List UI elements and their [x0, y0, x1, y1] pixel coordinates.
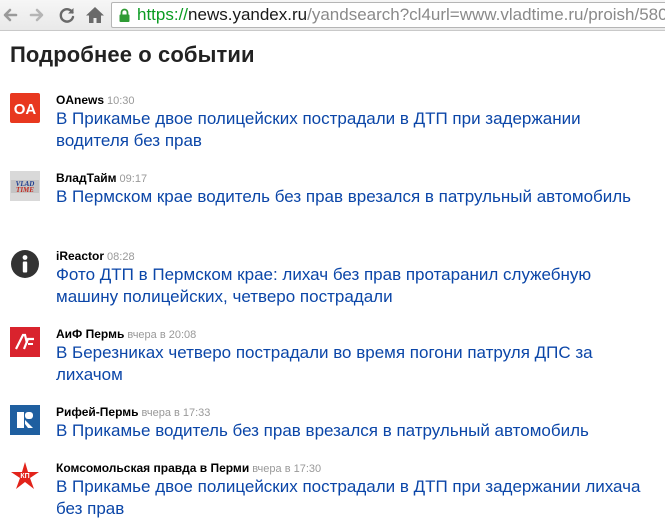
rifey-perm-logo-icon[interactable] — [10, 405, 40, 435]
source-time: 10:30 — [107, 95, 135, 107]
address-bar[interactable]: https://news.yandex.ru/yandsearch?cl4url… — [111, 2, 665, 28]
arrow-right-icon — [29, 8, 44, 22]
source-line: OAnews 10:30 — [56, 93, 135, 108]
news-item: iReactor 08:28 Фото ДТП в Пермском крае: … — [0, 249, 665, 309]
home-button[interactable] — [84, 4, 106, 26]
headline-link[interactable]: В Прикамье двое полицейских пострадали в… — [56, 108, 656, 152]
headline-link[interactable]: В Березниках четверо пострадали во время… — [56, 342, 656, 386]
news-item: VLAD TIME ВладТайм 09:17 В Пермском крае … — [0, 171, 665, 231]
vladtime-logo-icon[interactable]: VLAD TIME — [10, 171, 40, 201]
news-item: OA OAnews 10:30 В Прикамье двое полицейск… — [0, 93, 665, 153]
url-path: /yandsearch?cl4url=www.vladtime.ru/prois… — [307, 5, 665, 24]
source-time: 08:28 — [107, 251, 135, 263]
logo-text: OA — [14, 101, 37, 118]
source-name[interactable]: Рифей-Пермь — [56, 405, 139, 419]
browser-toolbar: https://news.yandex.ru/yandsearch?cl4url… — [0, 0, 665, 31]
headline-link[interactable]: В Прикамье двое полицейских пострадали в… — [56, 476, 656, 520]
source-line: Рифей-Пермь вчера в 17:33 — [56, 405, 210, 420]
logo-text: КП — [20, 473, 29, 480]
source-time: вчера в 20:08 — [127, 329, 197, 341]
source-time: вчера в 17:33 — [141, 407, 211, 419]
page-title: Подробнее о событии — [10, 42, 255, 67]
headline-link[interactable]: В Прикамье водитель без прав врезался в … — [56, 420, 656, 442]
source-line: iReactor 08:28 — [56, 249, 135, 264]
source-name[interactable]: АиФ Пермь — [56, 327, 124, 341]
news-item: КП Комсомольская правда в Перми вчера в 1… — [0, 461, 665, 521]
source-name[interactable]: ВладТайм — [56, 171, 117, 185]
svg-text:TIME: TIME — [16, 186, 34, 194]
source-name[interactable]: Комсомольская правда в Перми — [56, 461, 249, 475]
url-host: news.yandex.ru — [188, 5, 308, 24]
source-name[interactable]: OAnews — [56, 93, 104, 107]
source-time: 09:17 — [119, 173, 148, 185]
headline-link[interactable]: Фото ДТП в Пермском крае: лихач без прав… — [56, 264, 656, 308]
source-time: вчера в 17:30 — [252, 463, 322, 475]
oanews-logo-icon[interactable]: OA — [10, 93, 40, 123]
home-icon — [86, 7, 104, 23]
url-scheme: https:// — [137, 5, 189, 24]
source-line: АиФ Пермь вчера в 20:08 — [56, 327, 196, 342]
forward-button[interactable] — [26, 4, 48, 26]
reload-icon — [59, 8, 75, 23]
back-button[interactable] — [0, 4, 22, 26]
aif-perm-logo-icon[interactable] — [10, 327, 40, 357]
source-line: ВладТайм 09:17 — [56, 171, 147, 186]
kp-perm-logo-icon[interactable]: КП — [10, 461, 40, 491]
ireactor-logo-icon[interactable] — [10, 249, 40, 279]
headline-link[interactable]: В Пермском крае водитель без прав врезал… — [56, 186, 656, 208]
news-item: Рифей-Пермь вчера в 17:33 В Прикамье води… — [0, 405, 665, 445]
url-text[interactable]: https://news.yandex.ru/yandsearch?cl4url… — [137, 5, 665, 25]
source-line: Комсомольская правда в Перми вчера в 17:3… — [56, 461, 321, 476]
news-item: АиФ Пермь вчера в 20:08 В Березниках четв… — [0, 327, 665, 387]
reload-button[interactable] — [56, 4, 78, 26]
arrow-left-icon — [3, 8, 18, 22]
lock-icon — [119, 8, 130, 22]
source-name[interactable]: iReactor — [56, 249, 104, 263]
